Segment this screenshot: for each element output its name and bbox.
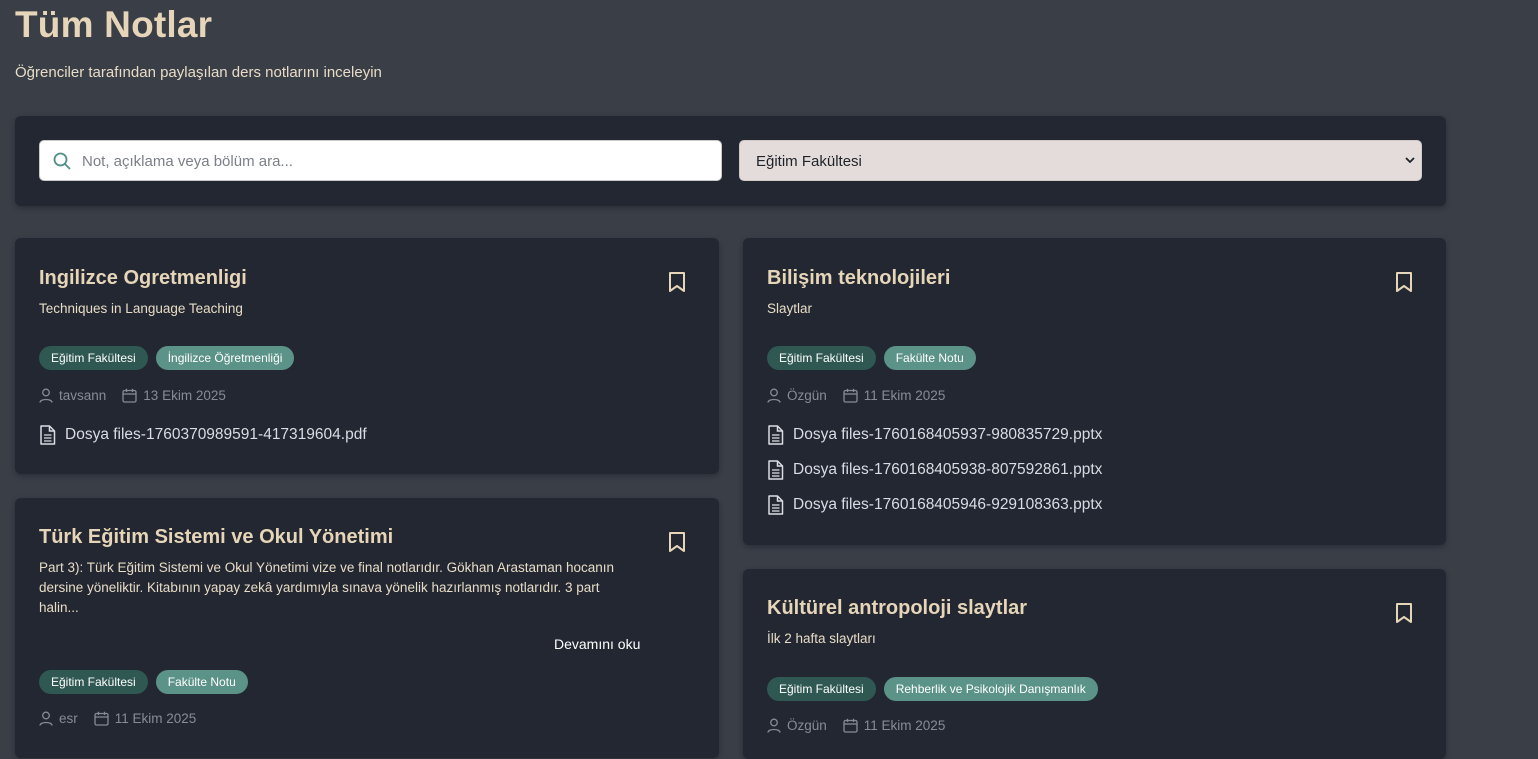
department-tag: Rehberlik ve Psikolojik Danışmanlık [883,677,1098,701]
page-subtitle: Öğrenciler tarafından paylaşılan ders no… [15,64,382,81]
user-icon [39,388,53,403]
file-name: Dosya files-1760168405946-929108363.pptx [793,495,1103,513]
faculty-tag: Eğitim Fakültesi [767,346,876,370]
note-date: 11 Ekim 2025 [863,718,946,733]
tag-list: Eğitim Fakültesi Rehberlik ve Psikolojik… [767,677,1098,701]
file-link[interactable]: Dosya files-1760168405938-807592861.pptx [767,452,1102,487]
note-title[interactable]: Ingilizce Ogretmenligi [39,267,247,290]
note-card[interactable]: Bilişim teknolojileri Slaytlar Eğitim Fa… [743,238,1446,545]
note-card[interactable]: Türk Eğitim Sistemi ve Okul Yönetimi Par… [15,498,719,758]
file-name: Dosya files-1760370989591-417319604.pdf [65,425,367,443]
calendar-icon [122,388,137,403]
note-description: Slaytlar [767,301,813,316]
department-tag: İngilizce Öğretmenliği [155,346,295,370]
search-input[interactable] [80,141,714,182]
file-list: Dosya files-1760370989591-417319604.pdf [39,417,367,452]
tag-list: Eğitim Fakültesi Fakülte Notu [767,346,976,370]
note-date: 11 Ekim 2025 [114,711,197,726]
note-meta: tavsann 13 Ekim 2025 [39,388,242,403]
read-more-link[interactable]: Devamını oku [554,636,640,652]
file-link[interactable]: Dosya files-1760168405937-980835729.pptx [767,417,1102,452]
calendar-icon [843,388,858,403]
file-name: Dosya files-1760168405937-980835729.pptx [793,425,1103,443]
page-title: Tüm Notlar [15,4,213,45]
search-box[interactable] [39,140,722,182]
bookmark-button[interactable] [1395,602,1413,629]
faculty-tag: Eğitim Fakültesi [39,670,148,694]
note-description: İlk 2 hafta slaytları [767,631,876,646]
chevron-down-icon [1405,157,1415,164]
note-title[interactable]: Türk Eğitim Sistemi ve Okul Yönetimi [39,526,393,549]
file-icon [40,424,56,445]
note-card[interactable]: Ingilizce Ogretmenligi Techniques in Lan… [15,238,719,474]
note-title[interactable]: Kültürel antropoloji slaytlar [767,597,1027,620]
note-author: Özgün [787,388,827,403]
faculty-select[interactable]: Eğitim Fakültesi [739,140,1422,181]
user-icon [767,718,781,733]
note-date: 13 Ekim 2025 [143,388,226,403]
bookmark-icon [1396,603,1412,623]
note-title[interactable]: Bilişim teknolojileri [767,267,950,290]
user-icon [767,388,781,403]
file-icon [768,494,784,515]
file-link[interactable]: Dosya files-1760370989591-417319604.pdf [39,417,367,452]
file-list: Dosya files-1760168405937-980835729.pptx… [767,417,1102,522]
note-meta: Özgün 11 Ekim 2025 [767,388,961,403]
calendar-icon [843,718,858,733]
user-icon [39,711,53,726]
note-card[interactable]: Kültürel antropoloji slaytlar İlk 2 haft… [743,569,1446,759]
calendar-icon [94,711,109,726]
search-icon [53,152,71,170]
note-meta: Özgün 11 Ekim 2025 [767,718,961,733]
note-date: 11 Ekim 2025 [863,388,946,403]
bookmark-icon [669,272,685,292]
note-author: esr [59,711,78,726]
file-link[interactable]: Dosya files-1760168405946-929108363.pptx [767,487,1102,522]
file-icon [768,424,784,445]
bookmark-icon [1396,272,1412,292]
faculty-select-value: Eğitim Fakültesi [756,153,862,170]
file-icon [768,459,784,480]
tag-list: Eğitim Fakültesi İngilizce Öğretmenliği [39,346,295,370]
note-author: tavsann [59,388,107,403]
note-author: Özgün [787,718,827,733]
tag-list: Eğitim Fakültesi Fakülte Notu [39,670,248,694]
note-description: Part 3): Türk Eğitim Sistemi ve Okul Yön… [39,560,615,615]
note-meta: esr 11 Ekim 2025 [39,711,212,726]
bookmark-icon [669,532,685,552]
bookmark-button[interactable] [668,531,686,558]
filter-panel: Eğitim Fakültesi [15,116,1446,206]
bookmark-button[interactable] [668,271,686,298]
bookmark-button[interactable] [1395,271,1413,298]
faculty-tag: Eğitim Fakültesi [39,346,148,370]
department-tag: Fakülte Notu [155,670,248,694]
file-name: Dosya files-1760168405938-807592861.pptx [793,460,1103,478]
faculty-tag: Eğitim Fakültesi [767,677,876,701]
department-tag: Fakülte Notu [883,346,976,370]
note-description: Techniques in Language Teaching [39,301,243,316]
